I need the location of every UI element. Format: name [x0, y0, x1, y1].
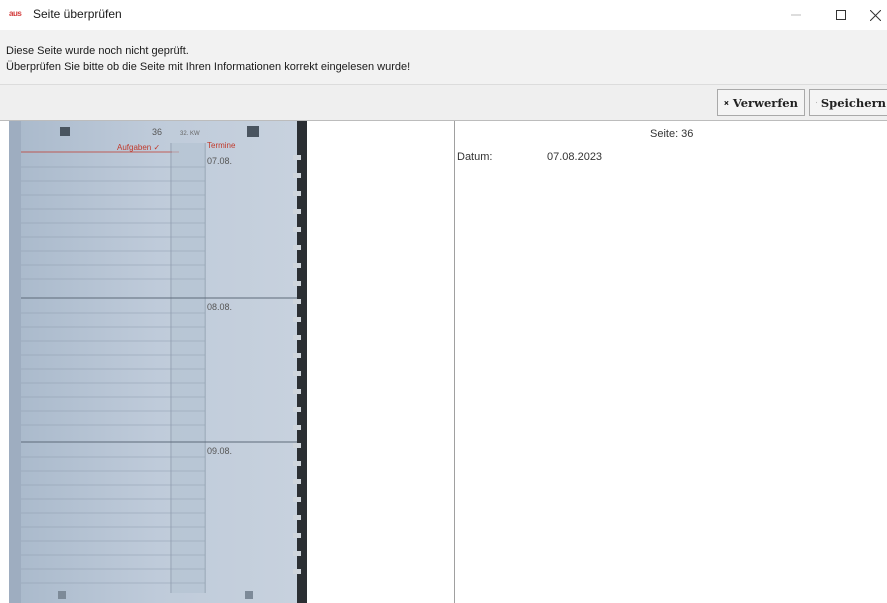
panel-divider [454, 121, 455, 603]
info-line-status: Diese Seite wurde noch nicht geprüft. [6, 45, 189, 57]
app-logo: aus [9, 9, 22, 18]
scanned-page-image: 36 32. KW Aufgaben ✓ Termine 07.08. 08.0… [9, 121, 307, 603]
scan-week-label: 32. KW [180, 131, 200, 137]
discard-label: Verwerfen [732, 95, 798, 110]
save-label: Speichern [820, 95, 886, 110]
date-field-label: Datum: [457, 151, 493, 163]
scan-tasks-header: Aufgaben ✓ [117, 143, 160, 152]
calendar-icon-left [60, 127, 70, 136]
info-line-instruction: Überprüfen Sie bitte ob die Seite mit Ih… [6, 61, 411, 73]
window-title: Seite überprüfen [33, 7, 122, 21]
close-icon [869, 9, 881, 21]
close-window-button[interactable] [852, 0, 887, 30]
calendar-icon-right [247, 126, 259, 137]
date-field-value[interactable]: 07.08.2023 [547, 151, 602, 163]
page-number-label: Seite: 36 [650, 128, 694, 140]
minimize-button[interactable] [773, 0, 819, 30]
scan-page-number: 36 [152, 127, 162, 137]
discard-button[interactable]: Verwerfen [717, 89, 805, 116]
minimize-icon [791, 14, 801, 16]
toolbar: Verwerfen Speichern [0, 84, 887, 121]
info-banner: Diese Seite wurde noch nicht geprüft. Üb… [0, 30, 887, 84]
floppy-disk-icon [816, 102, 817, 103]
title-bar: aus Seite überprüfen [0, 0, 887, 30]
save-button[interactable]: Speichern [809, 89, 887, 116]
scan-day-1: 07.08. [207, 156, 232, 166]
close-x-icon [724, 100, 729, 105]
scan-appointments-header: Termine [207, 141, 236, 150]
scan-day-2: 08.08. [207, 302, 232, 312]
scan-day-3: 09.08. [207, 446, 232, 456]
maximize-icon [836, 10, 846, 20]
